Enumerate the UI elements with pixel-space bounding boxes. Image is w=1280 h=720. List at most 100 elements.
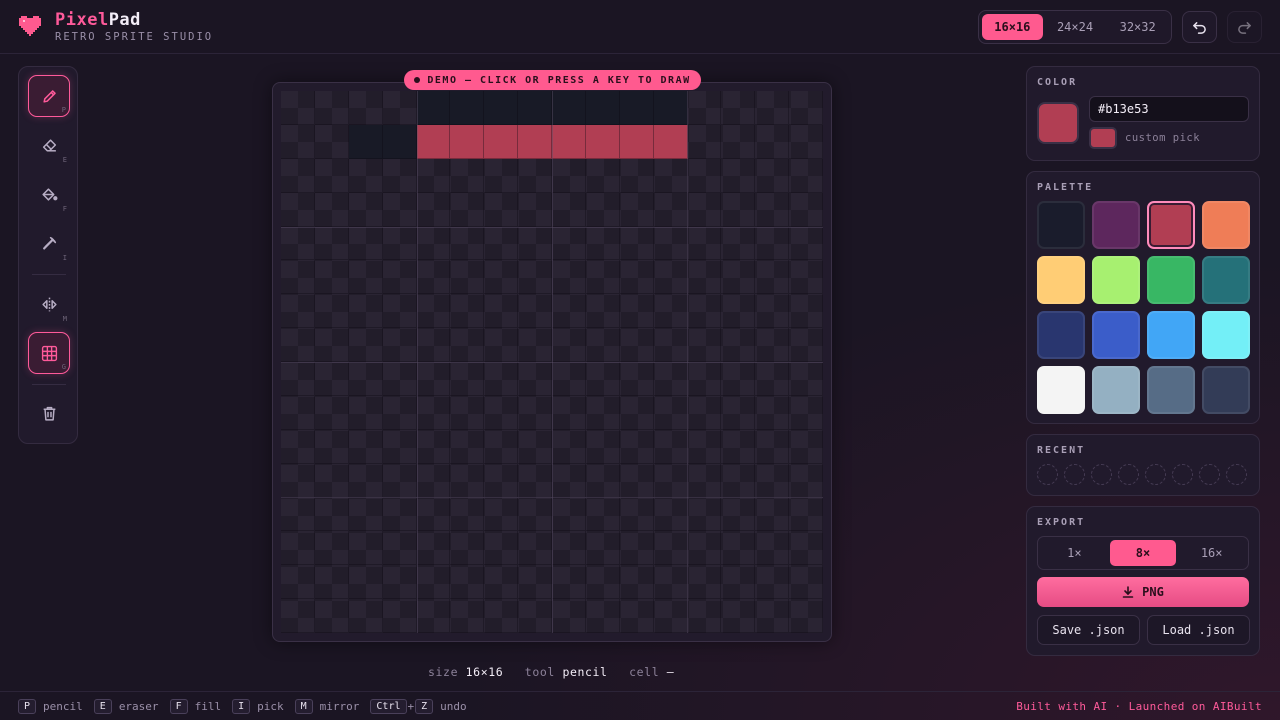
pixel-cell[interactable] — [619, 565, 654, 600]
size-32-button[interactable]: 32×32 — [1107, 14, 1168, 40]
pixel-cell[interactable] — [619, 497, 654, 532]
load-json-button[interactable]: Load .json — [1147, 615, 1250, 645]
palette-swatch[interactable] — [1202, 201, 1250, 249]
pixel-cell[interactable] — [348, 91, 383, 125]
pixel-cell[interactable] — [416, 158, 451, 193]
pixel-cell[interactable] — [585, 124, 620, 159]
pixel-cell[interactable] — [314, 158, 349, 193]
pixel-cell[interactable] — [585, 362, 620, 396]
eraser-tool-button[interactable]: E — [28, 124, 70, 166]
pixel-cell[interactable] — [721, 599, 756, 633]
recent-color-slot[interactable] — [1145, 464, 1166, 485]
pixel-cell[interactable] — [416, 124, 451, 159]
palette-swatch[interactable] — [1202, 311, 1250, 359]
pixel-cell[interactable] — [653, 497, 688, 532]
pixel-cell[interactable] — [721, 294, 756, 329]
pixel-cell[interactable] — [653, 260, 688, 295]
palette-swatch[interactable] — [1202, 366, 1250, 414]
pixel-cell[interactable] — [281, 158, 315, 193]
pixel-cell[interactable] — [585, 158, 620, 193]
pixel-cell[interactable] — [281, 395, 315, 430]
pixel-cell[interactable] — [281, 124, 315, 159]
pixel-cell[interactable] — [653, 294, 688, 329]
palette-swatch[interactable] — [1147, 201, 1195, 249]
pixel-cell[interactable] — [755, 531, 790, 566]
pick-tool-button[interactable]: I — [28, 222, 70, 264]
pixel-cell[interactable] — [585, 192, 620, 227]
pixel-cell[interactable] — [314, 429, 349, 464]
recent-color-slot[interactable] — [1226, 464, 1247, 485]
pixel-cell[interactable] — [585, 497, 620, 532]
pixel-cell[interactable] — [789, 294, 823, 329]
pixel-cell[interactable] — [653, 91, 688, 125]
pixel-cell[interactable] — [755, 362, 790, 396]
pixel-cell[interactable] — [585, 531, 620, 566]
pixel-cell[interactable] — [348, 362, 383, 396]
pixel-cell[interactable] — [382, 328, 417, 362]
pixel-cell[interactable] — [518, 362, 552, 396]
pixel-cell[interactable] — [450, 192, 485, 227]
pixel-cell[interactable] — [314, 463, 349, 498]
custom-color-picker[interactable] — [1089, 127, 1117, 149]
pixel-cell[interactable] — [721, 497, 756, 532]
pixel-cell[interactable] — [416, 429, 451, 464]
pixel-cell[interactable] — [281, 463, 315, 498]
pixel-cell[interactable] — [484, 429, 519, 464]
pixel-cell[interactable] — [585, 395, 620, 430]
pixel-cell[interactable] — [789, 599, 823, 633]
pixel-cell[interactable] — [687, 91, 722, 125]
pixel-cell[interactable] — [721, 429, 756, 464]
pixel-cell[interactable] — [518, 158, 552, 193]
pixel-cell[interactable] — [416, 294, 451, 329]
pixel-cell[interactable] — [585, 260, 620, 295]
pixel-cell[interactable] — [789, 158, 823, 193]
pixel-cell[interactable] — [619, 463, 654, 498]
pixel-cell[interactable] — [585, 328, 620, 362]
pixel-cell[interactable] — [789, 395, 823, 430]
pixel-cell[interactable] — [619, 395, 654, 430]
pixel-cell[interactable] — [450, 395, 485, 430]
pixel-cell[interactable] — [721, 158, 756, 193]
recent-color-slot[interactable] — [1199, 464, 1220, 485]
pixel-cell[interactable] — [348, 531, 383, 566]
pixel-cell[interactable] — [755, 395, 790, 430]
pixel-cell[interactable] — [755, 124, 790, 159]
save-json-button[interactable]: Save .json — [1037, 615, 1140, 645]
credit-link[interactable]: Built with AI · Launched on AIBuilt — [1016, 700, 1262, 713]
pixel-cell[interactable] — [789, 531, 823, 566]
pixel-cell[interactable] — [348, 395, 383, 430]
palette-swatch[interactable] — [1037, 201, 1085, 249]
pixel-cell[interactable] — [653, 124, 688, 159]
pixel-cell[interactable] — [687, 260, 722, 295]
pixel-cell[interactable] — [450, 565, 485, 600]
pixel-cell[interactable] — [484, 192, 519, 227]
recent-color-slot[interactable] — [1091, 464, 1112, 485]
pixel-cell[interactable] — [450, 158, 485, 193]
pixel-cell[interactable] — [348, 463, 383, 498]
pixel-cell[interactable] — [450, 294, 485, 329]
pixel-cell[interactable] — [314, 192, 349, 227]
recent-color-slot[interactable] — [1064, 464, 1085, 485]
pixel-cell[interactable] — [382, 192, 417, 227]
pixel-cell[interactable] — [721, 328, 756, 362]
pixel-cell[interactable] — [314, 531, 349, 566]
pixel-cell[interactable] — [314, 497, 349, 532]
fill-tool-button[interactable]: F — [28, 173, 70, 215]
pixel-cell[interactable] — [687, 565, 722, 600]
pixel-cell[interactable] — [348, 497, 383, 532]
size-16-button[interactable]: 16×16 — [982, 14, 1043, 40]
pixel-cell[interactable] — [416, 192, 451, 227]
pixel-cell[interactable] — [382, 158, 417, 193]
pixel-cell[interactable] — [755, 565, 790, 600]
pixel-cell[interactable] — [552, 531, 586, 566]
pixel-cell[interactable] — [619, 260, 654, 295]
pixel-cell[interactable] — [484, 328, 519, 362]
pixel-cell[interactable] — [348, 260, 383, 295]
pixel-cell[interactable] — [755, 599, 790, 633]
palette-swatch[interactable] — [1202, 256, 1250, 304]
pixel-cell[interactable] — [687, 429, 722, 464]
pixel-cell[interactable] — [382, 599, 417, 633]
pixel-cell[interactable] — [484, 395, 519, 430]
pixel-cell[interactable] — [789, 429, 823, 464]
pixel-cell[interactable] — [484, 565, 519, 600]
